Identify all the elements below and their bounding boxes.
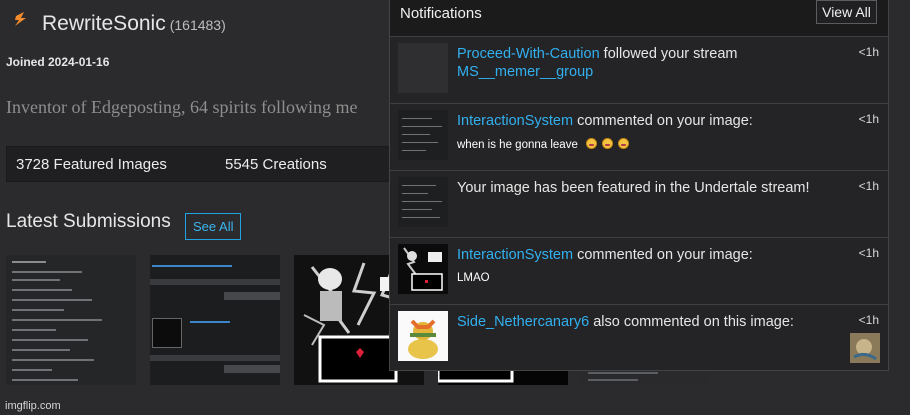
notification-text: InteractionSystem commented on your imag…: [457, 246, 837, 264]
bowser-avatar: [398, 311, 448, 361]
notification-user-link[interactable]: Side_Nethercanary6: [457, 314, 589, 330]
notification-action: followed your stream: [599, 46, 738, 62]
comment-text: when is he gonna leave: [457, 139, 578, 151]
notification-item[interactable]: Side_Nethercanary6 also commented on thi…: [390, 304, 889, 371]
profile-username: RewriteSonic: [42, 12, 166, 35]
notification-user-link[interactable]: Proceed-With-Caution: [457, 46, 600, 62]
grinning-face-icon: [586, 138, 598, 149]
submission-thumb-1[interactable]: [6, 255, 136, 385]
submission-thumb-5-partial: [580, 370, 710, 385]
notification-thumb: [398, 244, 448, 294]
notification-comment: LMAO: [457, 272, 490, 284]
notification-text: Proceed-With-Caution followed your strea…: [457, 45, 837, 81]
submission-thumb-2[interactable]: [150, 255, 280, 385]
profile-points: (161483): [169, 17, 226, 33]
notification-action: commented on your image:: [573, 113, 753, 129]
notification-user-link[interactable]: InteractionSystem: [457, 247, 573, 263]
notification-thumb: [398, 43, 448, 93]
notification-time: <1h: [858, 313, 879, 327]
profile-header: RewriteSonic (161483): [10, 8, 226, 36]
notification-text: InteractionSystem commented on your imag…: [457, 112, 837, 130]
notifications-header: Notifications View All: [390, 0, 888, 36]
notification-time: <1h: [858, 112, 879, 126]
view-all-button[interactable]: View All: [816, 0, 877, 24]
profile-joined-date: Joined 2024-01-16: [6, 55, 110, 69]
profile-bio: Inventor of Edgeposting, 64 spirits foll…: [6, 97, 358, 117]
imgflip-lightning-icon: [15, 12, 26, 26]
latest-submissions-heading: Latest Submissions: [6, 211, 171, 232]
grinning-face-icon: [618, 138, 630, 149]
notification-target-link[interactable]: MS__memer__group: [457, 64, 593, 80]
notification-text: Side_Nethercanary6 also commented on thi…: [457, 313, 837, 331]
notification-user-link[interactable]: InteractionSystem: [457, 113, 573, 129]
imgflip-watermark: imgflip.com: [5, 400, 61, 412]
notification-action: commented on your image:: [573, 247, 753, 263]
notification-item[interactable]: Proceed-With-Caution followed your strea…: [390, 36, 889, 103]
undertale-battle-thumb: [403, 247, 443, 291]
commented-image-art: [850, 333, 880, 363]
stat-featured-images[interactable]: 3728 Featured Images: [16, 156, 216, 173]
bowser-avatar-icon: [408, 319, 438, 359]
notification-time: <1h: [858, 179, 879, 193]
grinning-face-icon: [602, 138, 614, 149]
notification-time: <1h: [858, 246, 879, 260]
notifications-title: Notifications: [400, 5, 482, 22]
see-all-button[interactable]: See All: [185, 213, 242, 240]
notification-item[interactable]: InteractionSystem commented on your imag…: [390, 103, 889, 170]
notification-thumb: [398, 110, 448, 160]
notification-comment: when is he gonna leave: [457, 138, 630, 151]
notification-text: Your image has been featured in the Unde…: [457, 180, 810, 196]
notification-item[interactable]: Your image has been featured in the Unde…: [390, 170, 889, 237]
notification-item[interactable]: InteractionSystem commented on your imag…: [390, 237, 889, 304]
notification-time: <1h: [858, 45, 879, 59]
commented-image-thumb[interactable]: [850, 333, 880, 363]
notification-action: also commented on this image:: [589, 314, 794, 330]
notifications-dropdown: Notifications View All Proceed-With-Caut…: [389, 0, 889, 371]
notification-thumb: [398, 177, 448, 227]
profile-stats-bar: 3728 Featured Images 5545 Creations: [6, 146, 426, 182]
